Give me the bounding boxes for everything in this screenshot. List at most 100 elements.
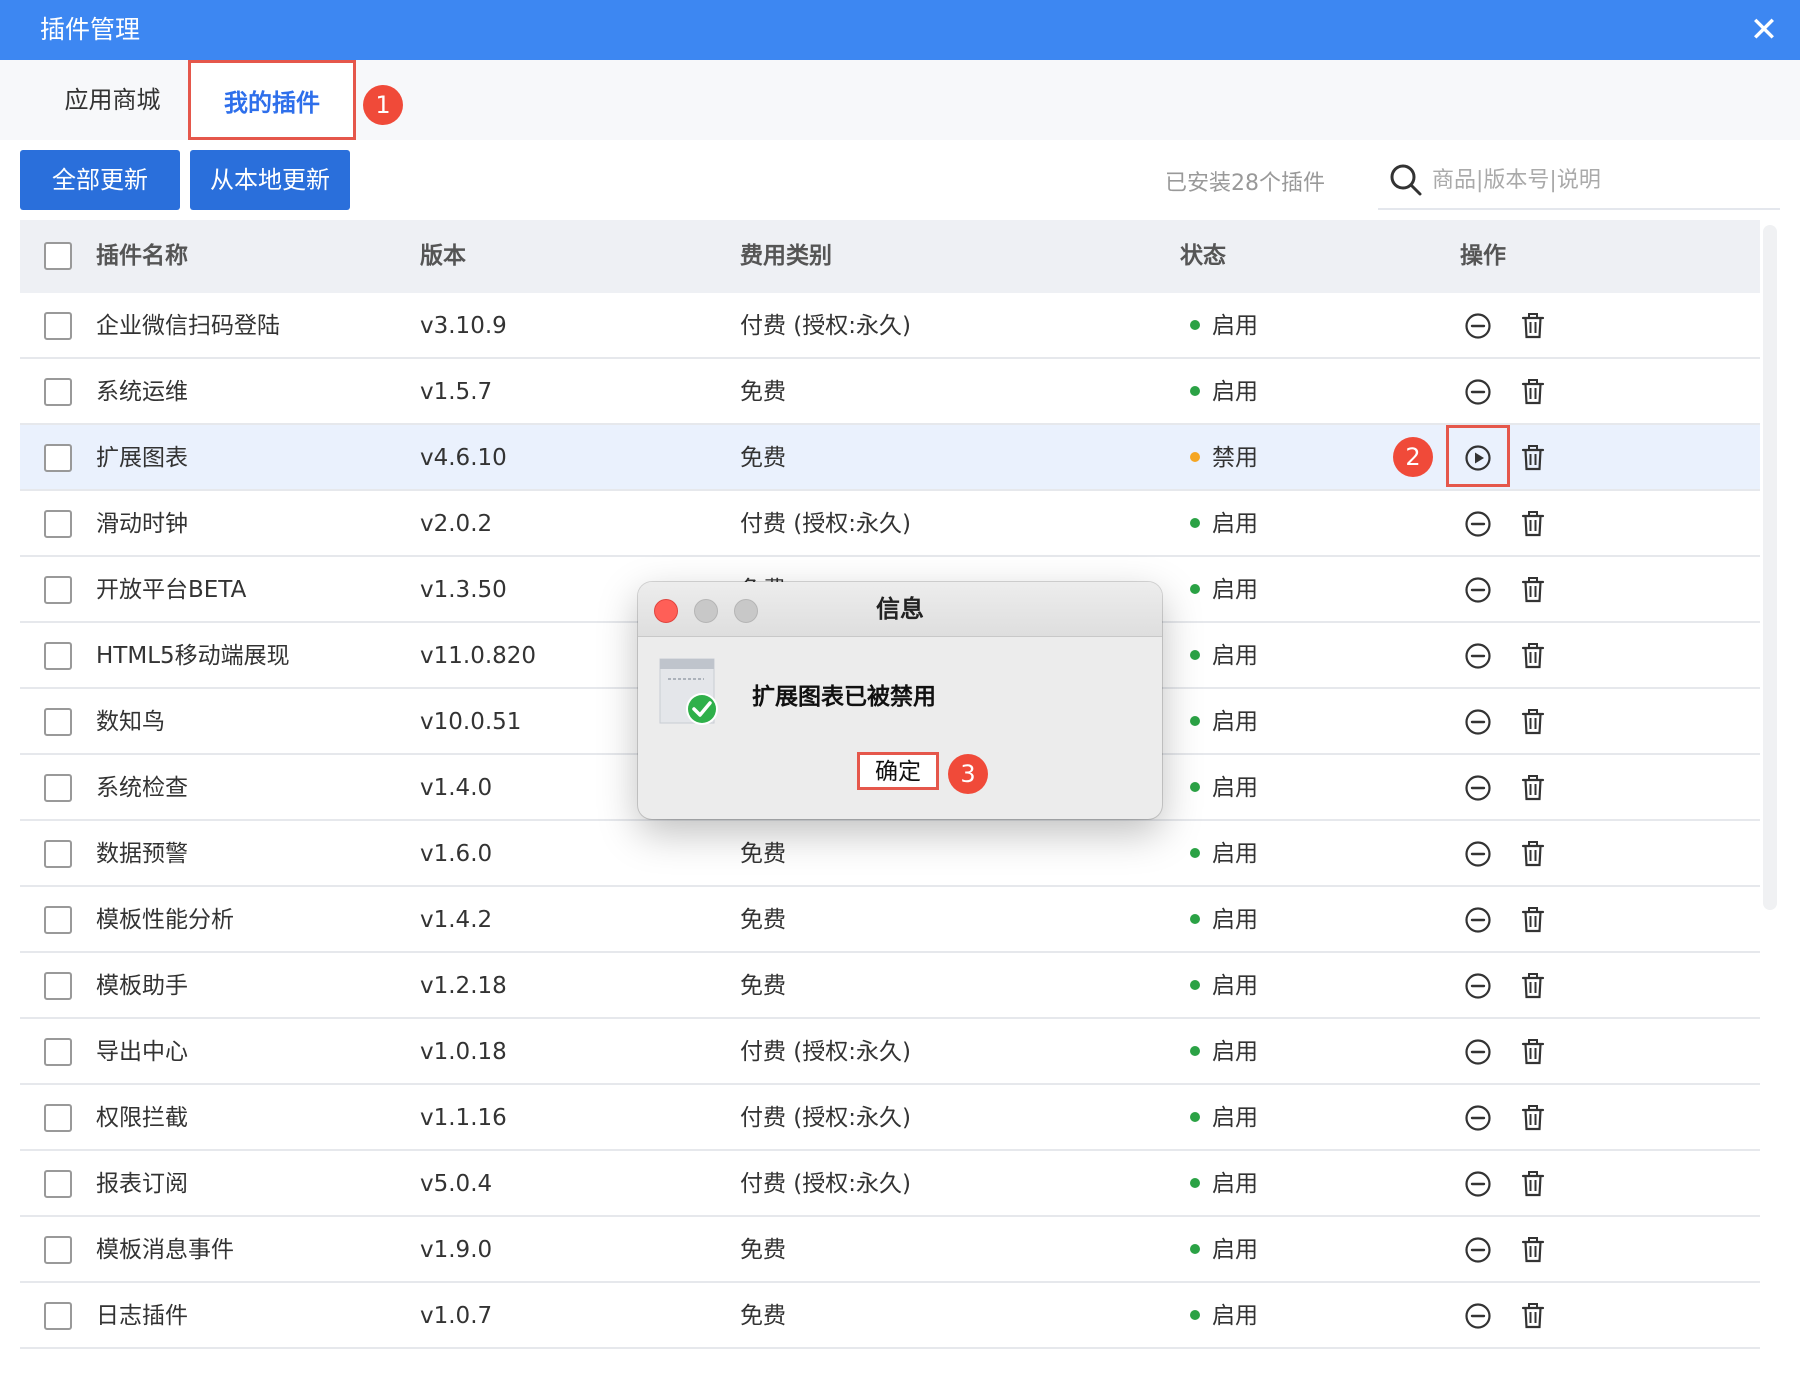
annotation-badge-3: 3 [948, 754, 988, 794]
delete-icon[interactable] [1518, 1301, 1548, 1331]
row-checkbox[interactable] [44, 1104, 72, 1132]
plugin-name: HTML5移动端展现 [96, 643, 290, 669]
status-dot [1190, 1111, 1200, 1122]
row-checkbox[interactable] [44, 444, 72, 472]
plugin-fee: 付费 (授权:永久) [740, 1171, 912, 1197]
plugin-status: 启用 [1190, 689, 1258, 755]
row-checkbox[interactable] [44, 906, 72, 934]
disable-icon[interactable] [1463, 905, 1493, 935]
plugin-fee: 付费 (授权:永久) [740, 1039, 912, 1065]
delete-icon[interactable] [1518, 641, 1548, 671]
delete-icon[interactable] [1518, 1169, 1548, 1199]
ok-button[interactable]: 确定 [857, 752, 939, 790]
header-status: 状态 [1180, 243, 1226, 269]
status-dot [1190, 1309, 1200, 1320]
plugin-version: v1.9.0 [420, 1237, 493, 1263]
plugin-status: 启用 [1190, 491, 1258, 557]
search-icon [1390, 164, 1422, 196]
delete-icon[interactable] [1518, 839, 1548, 869]
table-row: 扩展图表 v4.6.10 免费 禁用 [20, 425, 1760, 491]
delete-icon[interactable] [1518, 377, 1548, 407]
disable-icon[interactable] [1463, 707, 1493, 737]
disable-icon[interactable] [1463, 1169, 1493, 1199]
plugin-status: 启用 [1190, 623, 1258, 689]
plugin-name: 滑动时钟 [96, 511, 188, 537]
disable-icon[interactable] [1463, 311, 1493, 341]
plugin-version: v1.3.50 [420, 577, 507, 603]
plugin-status: 禁用 [1190, 425, 1258, 491]
row-checkbox[interactable] [44, 1038, 72, 1066]
row-checkbox[interactable] [44, 510, 72, 538]
delete-icon[interactable] [1518, 971, 1548, 1001]
disable-icon[interactable] [1463, 1301, 1493, 1331]
header-fee: 费用类别 [740, 243, 832, 269]
delete-icon[interactable] [1518, 905, 1548, 935]
header-version: 版本 [420, 243, 466, 269]
row-checkbox[interactable] [44, 378, 72, 406]
annotation-badge-1: 1 [363, 85, 403, 125]
plugin-fee: 免费 [740, 1303, 786, 1329]
row-checkbox[interactable] [44, 576, 72, 604]
disable-icon[interactable] [1463, 641, 1493, 671]
select-all-checkbox[interactable] [44, 242, 72, 270]
table-row: 日志插件 v1.0.7 免费 启用 [20, 1283, 1760, 1349]
delete-icon[interactable] [1518, 1235, 1548, 1265]
row-checkbox[interactable] [44, 840, 72, 868]
search-input[interactable] [1432, 160, 1762, 200]
row-checkbox[interactable] [44, 774, 72, 802]
delete-icon[interactable] [1518, 707, 1548, 737]
disable-icon[interactable] [1463, 377, 1493, 407]
tab-app-store[interactable]: 应用商城 [40, 60, 185, 140]
disable-icon[interactable] [1463, 575, 1493, 605]
delete-icon[interactable] [1518, 311, 1548, 341]
plugin-name: 模板消息事件 [96, 1237, 234, 1263]
status-label: 禁用 [1212, 445, 1258, 471]
status-label: 启用 [1212, 1039, 1258, 1065]
disable-icon[interactable] [1463, 773, 1493, 803]
status-label: 启用 [1212, 775, 1258, 801]
row-checkbox[interactable] [44, 1236, 72, 1264]
plugin-version: v1.1.16 [420, 1105, 507, 1131]
disable-icon[interactable] [1463, 1235, 1493, 1265]
header-name: 插件名称 [96, 243, 188, 269]
status-dot [1190, 913, 1200, 924]
plugin-fee: 免费 [740, 907, 786, 933]
status-dot [1190, 385, 1200, 396]
row-checkbox[interactable] [44, 642, 72, 670]
table-row: 报表订阅 v5.0.4 付费 (授权:永久) 启用 [20, 1151, 1760, 1217]
delete-icon[interactable] [1518, 773, 1548, 803]
delete-icon[interactable] [1518, 509, 1548, 539]
disable-icon[interactable] [1463, 839, 1493, 869]
update-all-button[interactable]: 全部更新 [20, 150, 180, 210]
table-scrollbar[interactable] [1763, 225, 1777, 910]
close-icon[interactable]: ✕ [1746, 12, 1782, 48]
delete-icon[interactable] [1518, 443, 1548, 473]
disable-icon[interactable] [1463, 1037, 1493, 1067]
status-dot [1190, 451, 1200, 462]
plugin-version: v1.4.0 [420, 775, 493, 801]
row-checkbox[interactable] [44, 1170, 72, 1198]
row-checkbox[interactable] [44, 1302, 72, 1330]
status-label: 启用 [1212, 709, 1258, 735]
row-checkbox[interactable] [44, 708, 72, 736]
disable-icon[interactable] [1463, 1103, 1493, 1133]
dialog-title: 信息 [876, 595, 924, 623]
delete-icon[interactable] [1518, 1037, 1548, 1067]
delete-icon[interactable] [1518, 1103, 1548, 1133]
plugin-version: v1.4.2 [420, 907, 493, 933]
table-row: 模板消息事件 v1.9.0 免费 启用 [20, 1217, 1760, 1283]
disable-icon[interactable] [1463, 509, 1493, 539]
plugin-fee: 付费 (授权:永久) [740, 1105, 912, 1131]
plugin-status: 启用 [1190, 293, 1258, 359]
tab-bar: 应用商城 我的插件 [0, 60, 1800, 140]
plugin-name: 权限拦截 [96, 1105, 188, 1131]
plugin-status: 启用 [1190, 953, 1258, 1019]
row-checkbox[interactable] [44, 972, 72, 1000]
status-label: 启用 [1212, 379, 1258, 405]
delete-icon[interactable] [1518, 575, 1548, 605]
row-checkbox[interactable] [44, 312, 72, 340]
update-from-local-button[interactable]: 从本地更新 [190, 150, 350, 210]
plugin-status: 启用 [1190, 1085, 1258, 1151]
disable-icon[interactable] [1463, 971, 1493, 1001]
tab-my-plugins[interactable]: 我的插件 [188, 60, 356, 140]
